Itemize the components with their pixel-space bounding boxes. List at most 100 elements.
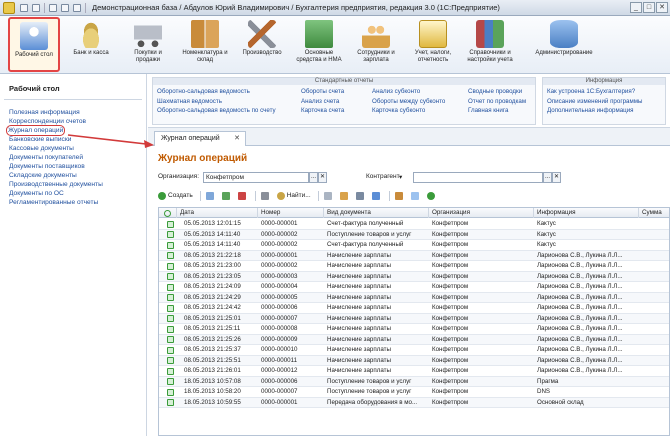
journal-table[interactable]: Дата Номер Вид документа Организация Инф… bbox=[158, 207, 670, 436]
movement-icon bbox=[339, 191, 348, 200]
nav-link-fixed-assets-documents[interactable]: Документы по ОС bbox=[9, 189, 146, 198]
column-header-organization[interactable]: Организация bbox=[429, 208, 534, 218]
create-button[interactable]: Создать bbox=[156, 190, 195, 202]
table-row[interactable]: 08.05.2013 21:24:29 0000-000005 Начисление… bbox=[159, 292, 669, 303]
maximize-button[interactable]: □ bbox=[643, 2, 655, 13]
posted-document-icon bbox=[167, 262, 174, 270]
report-link[interactable]: Обороты между субконто bbox=[372, 97, 445, 107]
report-link[interactable]: Анализ субконто bbox=[372, 87, 445, 97]
find-button[interactable]: Найти... bbox=[275, 190, 313, 202]
section-fixed-assets[interactable]: Основные средства и НМА bbox=[293, 20, 345, 64]
cell-doc-type: Начисление зарплаты bbox=[327, 272, 391, 280]
section-purchases[interactable]: Покупки и продажи bbox=[122, 20, 174, 64]
column-header-date[interactable]: Дата bbox=[177, 208, 258, 218]
cell-info: Ларионова С.В., Лукина Л.Л... bbox=[537, 356, 623, 364]
table-row[interactable]: 18.05.2013 10:59:55 0000-000001 Передача о… bbox=[159, 397, 669, 408]
refresh-button[interactable] bbox=[425, 190, 439, 202]
info-link[interactable]: Как устроена 1С:Бухгалтерия? bbox=[547, 87, 642, 97]
contractor-field[interactable] bbox=[413, 172, 543, 183]
section-bank[interactable]: Банк и касса bbox=[65, 20, 117, 57]
section-desktop[interactable]: Рабочий стол bbox=[8, 17, 60, 72]
structure-button[interactable] bbox=[409, 190, 423, 202]
movement-button[interactable] bbox=[338, 190, 352, 202]
report-button[interactable] bbox=[370, 190, 384, 202]
column-header-doc-type[interactable]: Вид документа bbox=[324, 208, 429, 218]
report-link[interactable]: Оборотно-сальдовая ведомость по счету bbox=[157, 106, 276, 116]
report-link[interactable]: Шахматная ведомость bbox=[157, 97, 276, 107]
report-link[interactable]: Карточка счета bbox=[301, 106, 344, 116]
tab-close-icon[interactable]: ✕ bbox=[234, 132, 240, 146]
table-row[interactable]: 08.05.2013 21:25:51 0000-000011 Начисление… bbox=[159, 355, 669, 366]
nav-link-production-documents[interactable]: Производственные документы bbox=[9, 180, 146, 189]
column-icon-header[interactable] bbox=[159, 208, 177, 218]
section-references[interactable]: Справочники и настройки учета bbox=[464, 20, 516, 64]
organization-clear-button[interactable]: ✕ bbox=[318, 172, 327, 183]
cell-doc-type: Поступление товаров и услуг bbox=[327, 388, 412, 395]
print-icon[interactable] bbox=[61, 3, 69, 12]
section-employees[interactable]: Сотрудники и зарплата bbox=[350, 20, 402, 64]
nav-link-useful-info[interactable]: Полезная информация bbox=[9, 108, 146, 117]
contractor-clear-button[interactable]: ✕ bbox=[552, 172, 561, 183]
table-row[interactable]: 18.05.2013 10:58:20 0000-000007 Поступлени… bbox=[159, 387, 669, 398]
table-row[interactable]: 05.05.2013 14:11:40 0000-000002 Поступлени… bbox=[159, 229, 669, 240]
column-header-sum[interactable]: Сумма bbox=[639, 208, 669, 218]
section-production[interactable]: Производство bbox=[236, 20, 288, 57]
minimize-button[interactable]: _ bbox=[630, 2, 642, 13]
posted-document-icon bbox=[167, 325, 174, 333]
contractor-label[interactable]: Контрагент bbox=[366, 173, 400, 180]
report-link[interactable]: Анализ счета bbox=[301, 97, 344, 107]
table-row[interactable]: 05.05.2013 14:11:40 0000-000002 Счет-факту… bbox=[159, 240, 669, 251]
delete-button[interactable] bbox=[236, 190, 250, 202]
table-row[interactable]: 08.05.2013 21:25:37 0000-000010 Начисление… bbox=[159, 345, 669, 356]
report-link[interactable]: Отчет по проводкам bbox=[468, 97, 526, 107]
table-row[interactable]: 08.05.2013 21:25:26 0000-000009 Начисление… bbox=[159, 334, 669, 345]
edit-button[interactable] bbox=[220, 190, 234, 202]
tab-operations-journal[interactable]: Журнал операций ✕ bbox=[154, 131, 246, 146]
section-admin[interactable]: Администрирование bbox=[528, 20, 600, 57]
table-row[interactable]: 08.05.2013 21:23:00 0000-000002 Начисление… bbox=[159, 261, 669, 272]
table-row[interactable]: 08.05.2013 21:26:01 0000-000012 Начисление… bbox=[159, 366, 669, 377]
table-row[interactable]: 08.05.2013 21:22:18 0000-000001 Начисление… bbox=[159, 250, 669, 261]
copy-button[interactable] bbox=[204, 190, 218, 202]
cell-organization: Конфетпром bbox=[432, 335, 469, 343]
report-link[interactable]: Главная книга bbox=[468, 106, 526, 116]
table-row[interactable]: 05.05.2013 12:01:15 0000-000001 Счет-факту… bbox=[159, 219, 669, 230]
report-link[interactable]: Обороты счета bbox=[301, 87, 344, 97]
table-row[interactable]: 18.05.2013 10:57:08 0000-000006 Поступлени… bbox=[159, 376, 669, 387]
nav-link-customer-documents[interactable]: Документы покупателей bbox=[9, 153, 146, 162]
cancel-search-button[interactable] bbox=[322, 190, 336, 202]
nav-link-operations-journal[interactable]: Журнал операций bbox=[5, 125, 66, 136]
back-icon[interactable] bbox=[20, 3, 28, 12]
table-row[interactable]: 08.05.2013 21:24:42 0000-000006 Начисление… bbox=[159, 303, 669, 314]
save-icon[interactable] bbox=[49, 3, 57, 12]
report-link[interactable]: Оборотно-сальдовая ведомость bbox=[157, 87, 276, 97]
nav-link-warehouse-documents[interactable]: Складские документы bbox=[9, 171, 146, 180]
section-warehouse[interactable]: Номенклатура и склад bbox=[179, 20, 231, 64]
close-button[interactable]: ✕ bbox=[656, 2, 668, 13]
table-row[interactable]: 08.05.2013 21:23:05 0000-000003 Начисление… bbox=[159, 271, 669, 282]
print-button[interactable] bbox=[354, 190, 368, 202]
report-link[interactable]: Карточка субконто bbox=[372, 106, 445, 116]
cell-info: Ларионова С.В., Лукина Л.Л... bbox=[537, 367, 623, 374]
cell-organization: Конфетпром bbox=[432, 304, 469, 311]
info-link[interactable]: Описание изменений программы bbox=[547, 97, 642, 107]
table-row[interactable]: 08.05.2013 21:25:01 0000-000007 Начисление… bbox=[159, 313, 669, 324]
info-link[interactable]: Дополнительная информация bbox=[547, 106, 642, 116]
column-header-info[interactable]: Информация bbox=[534, 208, 639, 218]
report-link[interactable]: Сводные проводки bbox=[468, 87, 526, 97]
nav-link-account-correspondence[interactable]: Корреспонденции счетов bbox=[9, 117, 146, 126]
link-button[interactable] bbox=[259, 190, 273, 202]
contractor-select-button[interactable]: ... bbox=[543, 172, 552, 183]
column-header-number[interactable]: Номер bbox=[258, 208, 324, 218]
organization-field[interactable]: Конфетпром bbox=[203, 172, 309, 183]
table-row[interactable]: 08.05.2013 21:24:09 0000-000004 Начисление… bbox=[159, 282, 669, 293]
organization-select-button[interactable]: ... bbox=[309, 172, 318, 183]
history-icon[interactable] bbox=[73, 3, 81, 12]
chevron-down-icon[interactable]: ▾ bbox=[399, 173, 402, 181]
table-row[interactable]: 08.05.2013 21:25:11 0000-000008 Начисление… bbox=[159, 324, 669, 335]
post-button[interactable] bbox=[393, 190, 407, 202]
forward-icon[interactable] bbox=[32, 3, 40, 12]
section-taxes[interactable]: Учет, налоги, отчетность bbox=[407, 20, 459, 64]
nav-link-supplier-documents[interactable]: Документы поставщиков bbox=[9, 162, 146, 171]
nav-link-regulated-reports[interactable]: Регламентированные отчеты bbox=[9, 198, 146, 207]
